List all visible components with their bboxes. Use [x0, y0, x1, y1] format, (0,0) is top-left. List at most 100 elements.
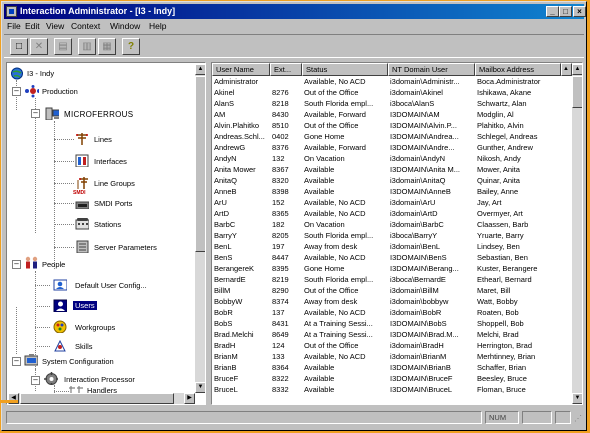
column-header-status[interactable]: Status: [302, 63, 388, 76]
system-configuration-collapse-toggle[interactable]: –: [12, 357, 21, 366]
tree-item-system-configuration[interactable]: System Configuration: [42, 356, 114, 367]
tree-item-production[interactable]: Production: [42, 86, 78, 97]
maximize-button[interactable]: □: [559, 6, 572, 17]
delete-icon[interactable]: ✕: [30, 38, 48, 55]
window-title: Interaction Administrator - [I3 - Indy]: [20, 6, 176, 16]
table-row[interactable]: AM 8430 Available, Forward I3DOMAIN\AM Modgl…: [212, 110, 572, 120]
table-row[interactable]: AnneB 8398 Available I3DOMAIN\AnneB Bailey, …: [212, 187, 572, 197]
people-collapse-toggle[interactable]: –: [12, 260, 21, 269]
tree-item-interfaces[interactable]: Interfaces: [94, 156, 127, 167]
table-row[interactable]: BernardE 8219 South Florida empl... i3boca\…: [212, 275, 572, 285]
interaction-processor-collapse-toggle[interactable]: –: [31, 376, 40, 385]
table-row[interactable]: BarbC 182 On Vacation i3domain\BarbC Claasse…: [212, 220, 572, 230]
table-row[interactable]: BillM 8290 Out of the Office i3domain\BillM…: [212, 286, 572, 296]
column-header-mailbox-address[interactable]: Mailbox Address: [475, 63, 561, 76]
tree-item-line-groups[interactable]: Line Groups: [94, 178, 135, 189]
tree-root-label[interactable]: I3 - Indy: [27, 68, 54, 79]
tree-scroll-down-icon[interactable]: ▼: [195, 382, 205, 393]
mailbox-address-cell: Yruarte, Barry: [477, 231, 524, 240]
table-row[interactable]: ArtD 8365 Available, No ACD i3domain\ArtD Ov…: [212, 209, 572, 219]
menu-help[interactable]: Help: [149, 21, 166, 32]
tree-pane[interactable]: I3 - Indy – Production – MICROFERROUS Li…: [6, 62, 206, 405]
title-bar[interactable]: Interaction Administrator - [I3 - Indy] …: [4, 4, 586, 19]
app-icon[interactable]: [6, 6, 17, 17]
properties-icon[interactable]: ▥: [78, 38, 96, 55]
table-row[interactable]: BruceF 8322 Available I3DOMAIN\BruceF Beesle…: [212, 374, 572, 384]
production-collapse-toggle[interactable]: –: [12, 87, 21, 96]
tree-item-server-parameters[interactable]: Server Parameters: [94, 242, 157, 253]
table-row[interactable]: BobR 137 Available, No ACD i3domain\BobR Roa…: [212, 308, 572, 318]
nt-domain-user-cell: i3domain\BarbC: [390, 220, 444, 229]
table-row[interactable]: BenS 8447 Available, No ACD I3DOMAIN\BenS Se…: [212, 253, 572, 263]
tree-item-microferrous[interactable]: MICROFERROUS: [64, 109, 133, 120]
tree-item-interaction-processor[interactable]: Interaction Processor: [64, 374, 135, 385]
table-row[interactable]: Anita Mower 8367 Available I3DOMAIN\Anita M…: [212, 165, 572, 175]
tree-item-lines[interactable]: Lines: [94, 134, 112, 145]
tree-item-stations[interactable]: Stations: [94, 219, 121, 230]
tree-item-smdi-ports[interactable]: SMDI Ports: [94, 198, 132, 209]
table-row[interactable]: BobS 8431 At a Training Sessi... I3DOMAIN\B…: [212, 319, 572, 329]
table-row[interactable]: Alvin.Plahitko 8510 Out of the Office I3DOM…: [212, 121, 572, 131]
mailbox-address-cell: Kuster, Berangere: [477, 264, 538, 273]
mailbox-address-cell: Modglin, Al: [477, 110, 514, 119]
users-list-pane[interactable]: User Name Ext... Status NT Domain User M…: [211, 62, 583, 405]
user-name-cell: Andreas.Schl...: [214, 132, 265, 141]
menu-view[interactable]: View: [46, 21, 64, 32]
tree-item-users[interactable]: Users: [73, 300, 97, 311]
table-row[interactable]: Administrator Available, No ACD i3domain\A…: [212, 77, 572, 87]
menu-edit[interactable]: Edit: [25, 21, 40, 32]
table-row[interactable]: ArU 152 Available, No ACD i3domain\ArU Jay, …: [212, 198, 572, 208]
column-header-extension[interactable]: Ext...: [270, 63, 302, 76]
table-row[interactable]: AlanS 8218 South Florida empl... i3boca\Ala…: [212, 99, 572, 109]
column-sort-up-icon[interactable]: ▲: [561, 63, 572, 76]
tree-hscroll-thumb[interactable]: [20, 393, 174, 404]
tree-item-default-user-config[interactable]: Default User Config...: [75, 280, 147, 291]
table-row[interactable]: AndyN 132 On Vacation i3domain\AndyN Nikosh,…: [212, 154, 572, 164]
tree-item-skills[interactable]: Skills: [75, 341, 93, 352]
table-row[interactable]: BrianB 8364 Available I3DOMAIN\BrianB Schaff…: [212, 363, 572, 373]
table-row[interactable]: BenL 197 Away from desk i3domain\BenL Lindse…: [212, 242, 572, 252]
tree-item-workgroups[interactable]: Workgroups: [75, 322, 115, 333]
table-row[interactable]: Brad.Melchi 8649 At a Training Sessi... I3D…: [212, 330, 572, 340]
print-icon[interactable]: ▦: [98, 38, 116, 55]
tree-item-people[interactable]: People: [42, 259, 65, 270]
table-row[interactable]: Andreas.Schl... 0402 Gone Home I3DOMAIN\And…: [212, 132, 572, 142]
tree-scroll-thumb[interactable]: [195, 76, 205, 252]
resize-grip-icon[interactable]: ⋰: [574, 414, 582, 423]
table-row[interactable]: AndrewG 8376 Available, Forward I3DOMAIN\An…: [212, 143, 572, 153]
table-row[interactable]: BerangereK 8395 Gone Home I3DOMAIN\Berang..…: [212, 264, 572, 274]
new-document-icon[interactable]: □: [10, 38, 28, 55]
mailbox-address-cell: Mower, Anita: [477, 165, 520, 174]
table-row[interactable]: Akinel 8276 Out of the Office i3domain\Akin…: [212, 88, 572, 98]
nt-domain-user-cell: i3domain\BillM: [390, 286, 439, 295]
help-icon[interactable]: ?: [122, 38, 140, 55]
extension-cell: 182: [272, 220, 285, 229]
user-name-cell: BruceF: [214, 374, 239, 383]
status-cell: Out of the Office: [304, 286, 359, 295]
tree-scroll-up-icon[interactable]: ▲: [195, 64, 205, 75]
column-header-user-name[interactable]: User Name: [212, 63, 270, 76]
microferrous-collapse-toggle[interactable]: –: [31, 109, 40, 118]
user-name-cell: BenS: [214, 253, 233, 262]
table-row[interactable]: BradH 124 Out of the Office i3domain\BradH H…: [212, 341, 572, 351]
tree-horizontal-scrollbar[interactable]: ◀ ▶: [8, 393, 195, 404]
table-row[interactable]: BruceL 8332 Available I3DOMAIN\BruceL Floman…: [212, 385, 572, 395]
list-scroll-down-icon[interactable]: ▼: [572, 393, 582, 404]
close-button[interactable]: ×: [573, 6, 586, 17]
menu-window[interactable]: Window: [110, 21, 140, 32]
table-row[interactable]: BobbyW 8374 Away from desk i3domain\bobbyw W…: [212, 297, 572, 307]
menu-file[interactable]: File: [7, 21, 21, 32]
tree-scroll-right-icon[interactable]: ▶: [184, 393, 195, 404]
table-row[interactable]: BrianM 133 Available, No ACD i3domain\Brian…: [212, 352, 572, 362]
list-scroll-up-icon[interactable]: ▲: [572, 64, 582, 75]
column-header-nt-domain-user[interactable]: NT Domain User: [388, 63, 475, 76]
list-vertical-scrollbar[interactable]: ▲ ▼: [572, 64, 582, 404]
table-row[interactable]: BarryY 8205 South Florida empl... i3boca\Ba…: [212, 231, 572, 241]
list-scroll-thumb[interactable]: [572, 76, 582, 108]
extension-cell: 152: [272, 198, 285, 207]
menu-context[interactable]: Context: [71, 21, 100, 32]
tree-vertical-scrollbar[interactable]: ▲ ▼: [195, 64, 205, 393]
cut-icon[interactable]: ▤: [54, 38, 72, 55]
table-row[interactable]: AnitaQ 8320 Available i3domain\AnitaQ Quinar…: [212, 176, 572, 186]
minimize-button[interactable]: _: [546, 6, 559, 17]
